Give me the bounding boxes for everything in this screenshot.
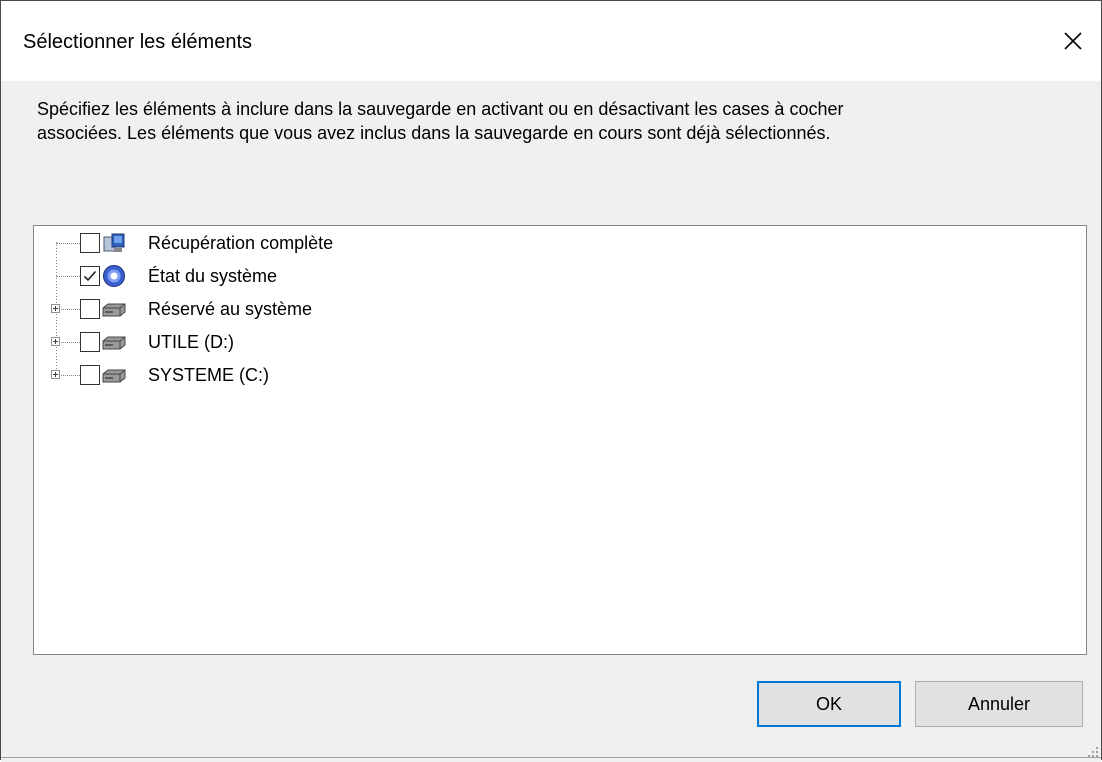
checkbox-system-state[interactable] [80,266,100,286]
resize-grip-icon[interactable] [1085,744,1099,758]
instructions-line-1: Spécifiez les éléments à inclure dans la… [37,99,844,119]
ok-button[interactable]: OK [757,681,901,727]
checkbox-drive-d[interactable] [80,332,100,352]
tree-item-label: État du système [148,266,278,286]
checkbox-bare-metal-recovery[interactable] [80,233,100,253]
drive-icon [102,369,126,383]
tree-connector [56,243,82,244]
tree-item-label: UTILE (D:) [148,332,235,352]
tree-item-label: Réservé au système [148,299,313,319]
instructions-text: Spécifiez les éléments à inclure dans la… [37,97,1077,145]
tree-item-bare-metal-recovery[interactable]: Récupération complète [34,228,634,261]
instructions-line-2: associées. Les éléments que vous avez in… [37,123,831,143]
checkbox-system-reserved[interactable] [80,299,100,319]
tree-item-drive-d[interactable]: UTILE (D:) [34,327,634,360]
cancel-button[interactable]: Annuler [915,681,1083,727]
drive-icon [102,303,126,317]
expand-icon[interactable] [51,304,60,313]
tree-item-label: Récupération complète [148,233,334,253]
dialog-title: Sélectionner les éléments [23,31,253,53]
tree-item-label: SYSTEME (C:) [148,365,270,385]
tree-item-drive-c[interactable]: SYSTEME (C:) [34,360,634,393]
checkbox-drive-c[interactable] [80,365,100,385]
close-button[interactable] [1045,1,1101,81]
drive-icon [102,336,126,350]
checkmark-icon [83,270,97,282]
tree-item-system-reserved[interactable]: Réservé au système [34,294,634,327]
tree-connector [56,276,82,277]
items-tree-view[interactable]: Récupération complète État du système Ré… [33,225,1087,655]
expand-icon[interactable] [51,337,60,346]
system-state-icon [103,265,125,287]
close-icon [1064,32,1082,50]
bare-metal-recovery-icon [103,233,125,252]
title-bar: Sélectionner les éléments [1,1,1101,81]
select-items-dialog: Sélectionner les éléments Spécifiez les … [0,0,1102,762]
expand-icon[interactable] [51,370,60,379]
tree-item-system-state[interactable]: État du système [34,261,634,294]
